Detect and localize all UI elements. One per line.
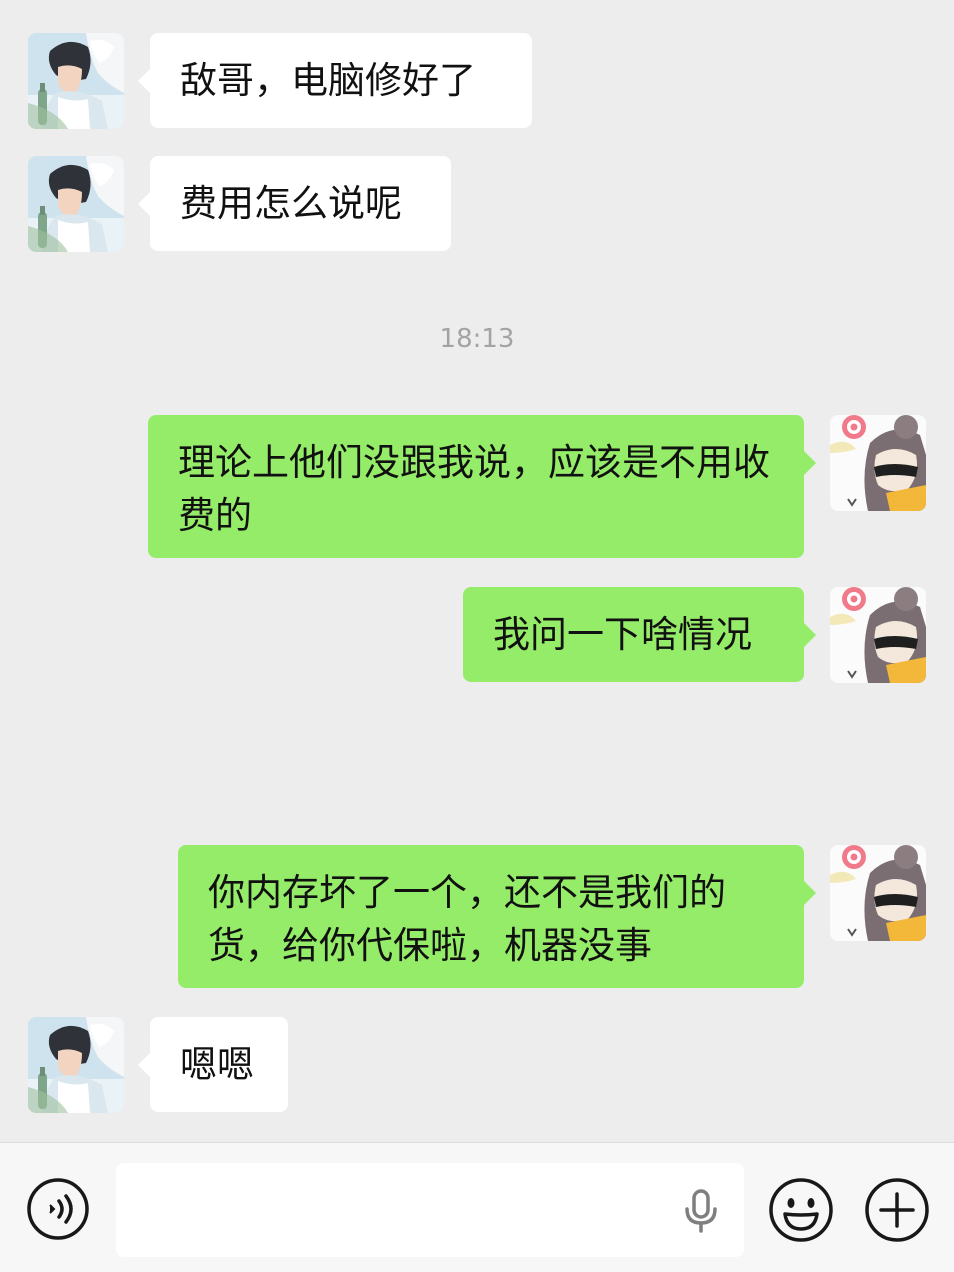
message-text: 嗯嗯 (180, 1043, 254, 1086)
user-avatar-image (830, 587, 926, 683)
message-text: 理论上他们没跟我说，应该是不用收费的 (178, 441, 770, 537)
contact-avatar[interactable] (28, 156, 124, 252)
user-avatar[interactable] (830, 587, 926, 683)
contact-avatar[interactable] (28, 33, 124, 129)
user-avatar[interactable] (830, 845, 926, 941)
message-text: 你内存坏了一个，还不是我们的货，给你代保啦，机器没事 (208, 871, 726, 967)
message-bubble-outgoing[interactable]: 我问一下啥情况 (463, 587, 816, 682)
message-text: 我问一下啥情况 (493, 613, 752, 656)
contact-avatar[interactable] (28, 1017, 124, 1113)
input-bar (0, 1142, 954, 1272)
voice-mode-icon[interactable] (26, 1177, 90, 1241)
microphone-icon[interactable] (682, 1189, 720, 1233)
message-input[interactable] (116, 1163, 744, 1257)
emoji-icon[interactable] (768, 1177, 834, 1243)
contact-avatar-image (28, 156, 124, 252)
message-bubble-incoming[interactable]: 费用怎么说呢 (138, 156, 451, 251)
message-bubble-outgoing[interactable]: 你内存坏了一个，还不是我们的货，给你代保啦，机器没事 (178, 845, 816, 988)
message-bubble-incoming[interactable]: 敌哥，电脑修好了 (138, 33, 532, 128)
message-bubble-outgoing[interactable]: 理论上他们没跟我说，应该是不用收费的 (148, 415, 816, 558)
message-text: 费用怎么说呢 (180, 182, 402, 225)
plus-icon[interactable] (864, 1177, 930, 1243)
contact-avatar-image (28, 33, 124, 129)
message-bubble-incoming[interactable]: 嗯嗯 (138, 1017, 288, 1112)
user-avatar-image (830, 845, 926, 941)
user-avatar[interactable] (830, 415, 926, 511)
contact-avatar-image (28, 1017, 124, 1113)
message-timestamp: 18:13 (439, 324, 515, 354)
chat-area: 敌哥，电脑修好了 费用怎么说呢 18:13 理论上他们没跟我说，应该是不用收费的… (0, 0, 954, 1142)
user-avatar-image (830, 415, 926, 511)
message-text: 敌哥，电脑修好了 (180, 59, 476, 102)
